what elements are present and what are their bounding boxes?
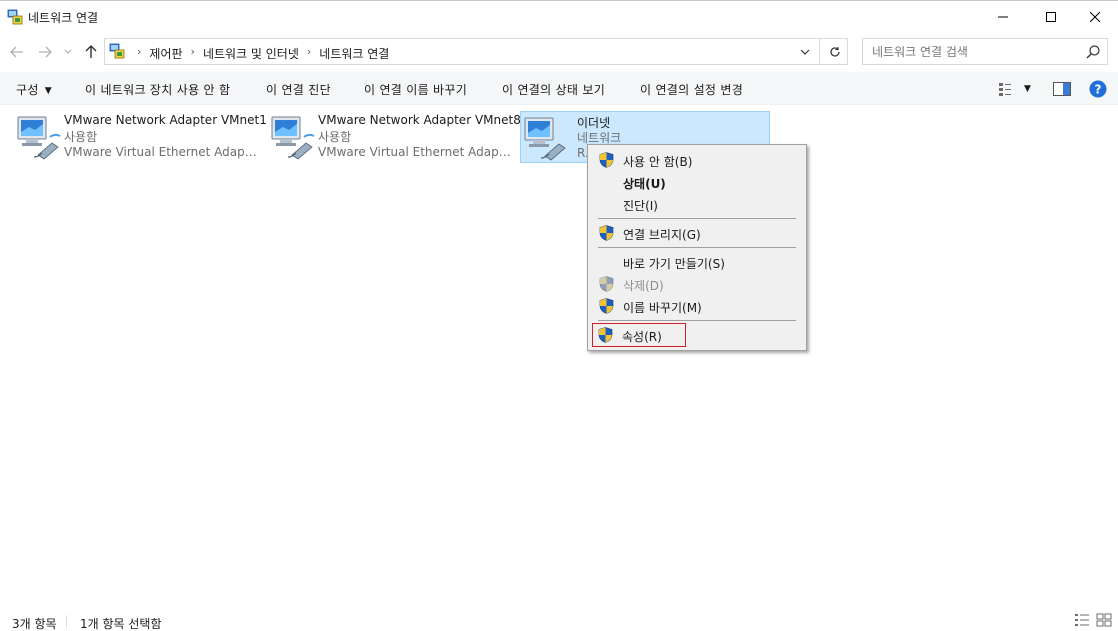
adapter-status: 사용함 bbox=[318, 130, 352, 144]
network-connections-icon bbox=[7, 9, 23, 25]
disable-device-button[interactable]: 이 네트워크 장치 사용 안 함 bbox=[85, 81, 230, 98]
window-title: 네트워크 연결 bbox=[28, 11, 99, 25]
status-divider bbox=[66, 615, 67, 629]
chevron-right-icon[interactable]: › bbox=[307, 45, 311, 62]
menu-item-label: 상태(U) bbox=[623, 177, 666, 191]
list-item[interactable]: VMware Network Adapter VMnet8 사용함 VMware… bbox=[268, 111, 521, 163]
item-count: 3개 항목 bbox=[12, 617, 57, 631]
menu-separator bbox=[598, 218, 796, 219]
change-settings-button[interactable]: 이 연결의 설정 변경 bbox=[640, 81, 743, 98]
forward-button[interactable] bbox=[34, 41, 56, 63]
chevron-down-icon bbox=[64, 49, 72, 54]
control-panel-icon bbox=[109, 43, 125, 59]
network-adapter-icon bbox=[17, 116, 61, 160]
address-bar[interactable]: › 제어판 › 네트워크 및 인터넷 › 네트워크 연결 bbox=[104, 38, 848, 65]
breadcrumb-item-network-internet[interactable]: 네트워크 및 인터넷 bbox=[203, 45, 299, 62]
adapter-device: VMware Virtual Ethernet Adapter ... bbox=[64, 145, 259, 159]
view-toggle-group bbox=[1074, 613, 1112, 627]
list-item[interactable]: VMware Network Adapter VMnet1 사용함 VMware… bbox=[14, 111, 267, 163]
refresh-icon bbox=[829, 46, 840, 57]
network-adapter-icon bbox=[524, 117, 566, 161]
menu-item-properties[interactable]: 속성(R) bbox=[592, 323, 686, 347]
preview-pane-icon bbox=[1053, 82, 1071, 96]
view-options-icon bbox=[999, 83, 1011, 96]
chevron-right-icon[interactable]: › bbox=[191, 45, 195, 62]
rename-button[interactable]: 이 연결 이름 바꾸기 bbox=[364, 81, 467, 98]
large-icons-view-icon[interactable] bbox=[1096, 613, 1112, 627]
close-button[interactable] bbox=[1072, 1, 1118, 33]
maximize-button[interactable] bbox=[1028, 1, 1074, 33]
chevron-down-icon bbox=[800, 49, 810, 55]
organize-button[interactable]: 구성 ▼ bbox=[16, 81, 52, 98]
selected-count: 1개 항목 선택함 bbox=[80, 617, 162, 631]
change-view-button[interactable]: ▼ bbox=[998, 78, 1031, 100]
uac-shield-icon bbox=[599, 276, 614, 292]
menu-item-status[interactable]: 상태(U) bbox=[590, 171, 804, 193]
diagnose-button[interactable]: 이 연결 진단 bbox=[266, 81, 331, 98]
minimize-button[interactable] bbox=[980, 1, 1026, 33]
menu-item-diagnose[interactable]: 진단(I) bbox=[590, 193, 804, 215]
help-icon: ? bbox=[1089, 80, 1107, 98]
adapter-name: VMware Network Adapter VMnet1 bbox=[64, 113, 267, 127]
uac-shield-icon bbox=[599, 152, 614, 168]
menu-item-label: 진단(I) bbox=[623, 199, 658, 213]
menu-item-label: 연결 브리지(G) bbox=[623, 228, 701, 242]
search-box[interactable] bbox=[862, 38, 1108, 65]
caret-down-icon: ▼ bbox=[1024, 84, 1031, 94]
minimize-icon bbox=[998, 16, 1008, 18]
breadcrumb-item-control-panel[interactable]: 제어판 bbox=[149, 45, 182, 62]
uac-shield-icon bbox=[598, 327, 613, 343]
adapter-status: 사용함 bbox=[64, 130, 98, 144]
search-icon[interactable] bbox=[1085, 44, 1101, 60]
caret-down-icon: ▼ bbox=[44, 86, 52, 96]
menu-item-create-shortcut[interactable]: 바로 가기 만들기(S) bbox=[590, 251, 804, 273]
menu-item-disable[interactable]: 사용 안 함(B) bbox=[590, 149, 804, 171]
arrow-right-icon bbox=[39, 46, 52, 58]
status-bar: 3개 항목 1개 항목 선택함 bbox=[0, 609, 1118, 631]
menu-item-label: 이름 바꾸기(M) bbox=[623, 301, 702, 315]
uac-shield-icon bbox=[599, 225, 614, 241]
adapter-device: VMware Virtual Ethernet Adapter ... bbox=[318, 145, 513, 159]
uac-shield-icon bbox=[599, 298, 614, 314]
network-adapter-icon bbox=[271, 116, 315, 160]
menu-item-label: 바로 가기 만들기(S) bbox=[623, 257, 725, 271]
arrow-up-icon bbox=[85, 45, 97, 58]
refresh-button[interactable] bbox=[819, 39, 849, 64]
search-input[interactable] bbox=[872, 40, 1082, 63]
organize-label: 구성 bbox=[16, 83, 39, 97]
details-view-icon[interactable] bbox=[1074, 613, 1090, 627]
menu-separator bbox=[598, 247, 796, 248]
preview-pane-button[interactable] bbox=[1053, 78, 1071, 100]
svg-text:?: ? bbox=[1095, 83, 1102, 97]
title-bar: 네트워크 연결 bbox=[0, 0, 1118, 32]
recent-locations-button[interactable] bbox=[60, 41, 76, 63]
view-status-button[interactable]: 이 연결의 상태 보기 bbox=[502, 81, 605, 98]
adapter-name: VMware Network Adapter VMnet8 bbox=[318, 113, 521, 127]
menu-item-label: 사용 안 함(B) bbox=[623, 155, 693, 169]
command-bar: 구성 ▼ 이 네트워크 장치 사용 안 함 이 연결 진단 이 연결 이름 바꾸기… bbox=[0, 72, 1118, 105]
back-button[interactable] bbox=[6, 41, 28, 63]
close-icon bbox=[1090, 12, 1100, 22]
menu-item-delete[interactable]: 삭제(D) bbox=[590, 273, 804, 295]
breadcrumb: › 제어판 › 네트워크 및 인터넷 › 네트워크 연결 bbox=[129, 45, 389, 62]
address-dropdown-button[interactable] bbox=[791, 39, 819, 64]
arrow-left-icon bbox=[10, 46, 23, 58]
breadcrumb-item-network-connections[interactable]: 네트워크 연결 bbox=[319, 45, 389, 62]
up-button[interactable] bbox=[80, 41, 102, 63]
menu-item-bridge[interactable]: 연결 브리지(G) bbox=[590, 222, 804, 244]
menu-item-label: 삭제(D) bbox=[623, 279, 664, 293]
menu-item-label: 속성(R) bbox=[622, 330, 662, 344]
menu-item-rename[interactable]: 이름 바꾸기(M) bbox=[590, 295, 804, 317]
context-menu: 사용 안 함(B) 상태(U) 진단(I) 연결 브리지(G) 바로 가기 만들… bbox=[587, 144, 807, 351]
menu-separator bbox=[598, 320, 796, 321]
help-button[interactable]: ? bbox=[1089, 78, 1107, 100]
chevron-right-icon: › bbox=[137, 45, 142, 58]
maximize-icon bbox=[1046, 12, 1056, 22]
